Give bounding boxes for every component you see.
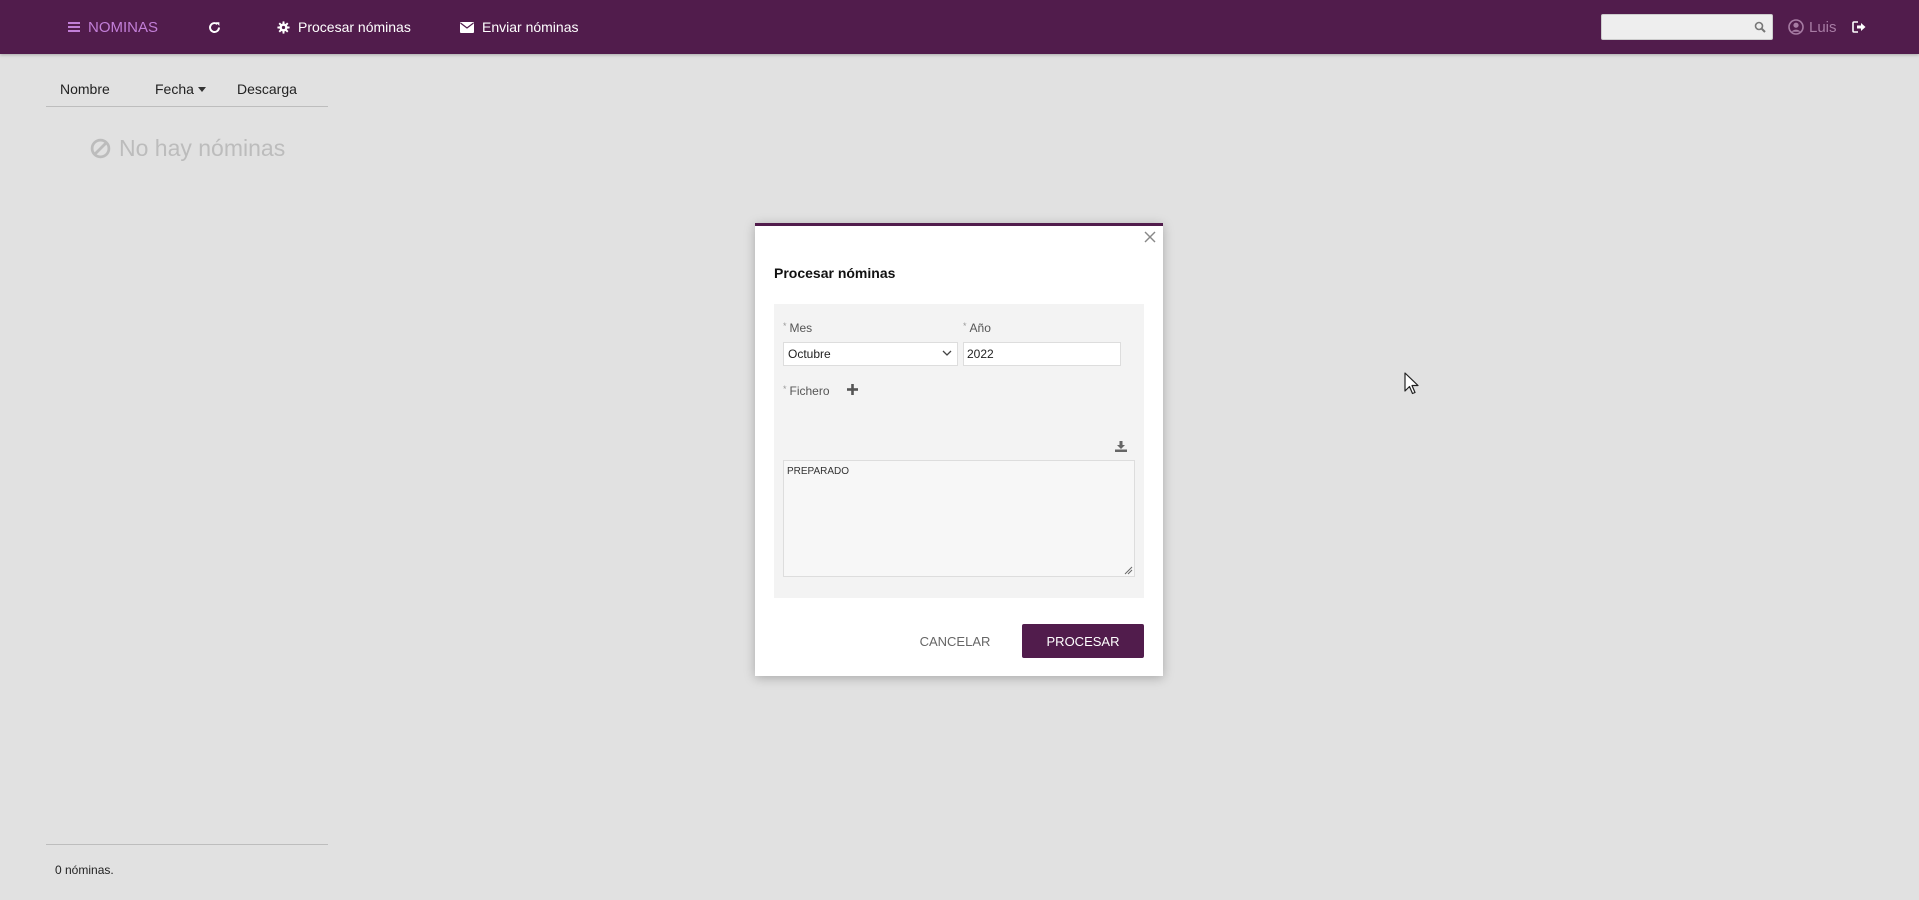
procesar-nominas-button[interactable]: Procesar nóminas — [277, 0, 411, 54]
column-descarga[interactable]: Descarga — [237, 81, 297, 97]
user-name: Luis — [1809, 18, 1837, 36]
required-mark: * — [783, 321, 787, 331]
procesar-nominas-dialog: Procesar nóminas * Mes * Año Octubre * F… — [755, 223, 1163, 676]
search-icon[interactable] — [1754, 21, 1766, 33]
plus-icon[interactable] — [847, 384, 858, 395]
search-box — [1601, 14, 1773, 40]
column-nombre[interactable]: Nombre — [60, 81, 110, 97]
gear-icon — [277, 20, 290, 34]
mouse-cursor-icon — [1404, 372, 1419, 395]
fichero-label-text: Fichero — [789, 384, 830, 398]
empty-state: No hay nóminas — [90, 135, 285, 162]
brand-label: NOMINAS — [88, 18, 159, 36]
enviar-nominas-label: Enviar nóminas — [482, 19, 579, 35]
mes-select[interactable]: Octubre — [783, 342, 958, 366]
ban-icon — [90, 138, 111, 159]
search-input[interactable] — [1602, 15, 1752, 39]
ano-label: * Año — [963, 321, 991, 335]
sort-desc-icon — [197, 86, 206, 92]
refresh-button[interactable] — [208, 0, 221, 54]
refresh-icon — [209, 21, 220, 33]
nominas-count: 0 nóminas. — [55, 863, 114, 877]
download-icon[interactable] — [1115, 441, 1127, 452]
hamburger-icon — [68, 22, 80, 32]
close-icon[interactable] — [1143, 230, 1157, 244]
list-footer: 0 nóminas. — [46, 844, 328, 877]
mes-label-text: Mes — [789, 321, 813, 335]
enviar-nominas-button[interactable]: Enviar nóminas — [460, 0, 579, 54]
procesar-button[interactable]: PROCESAR — [1022, 624, 1144, 658]
nominas-list-header: Nombre Fecha Descarga — [46, 76, 328, 107]
cancel-button[interactable]: CANCELAR — [907, 624, 1003, 658]
sign-out-icon — [1852, 21, 1866, 33]
logout-button[interactable] — [1852, 0, 1866, 54]
required-mark: * — [783, 384, 787, 394]
mes-value: Octubre — [788, 347, 831, 361]
form-panel: * Mes * Año Octubre * Fichero PREPARADO — [774, 304, 1144, 598]
column-fecha-label: Fecha — [155, 81, 194, 97]
column-fecha[interactable]: Fecha — [155, 81, 206, 97]
ano-input[interactable] — [963, 342, 1121, 366]
resize-handle-icon[interactable] — [1124, 566, 1133, 575]
process-log-textarea[interactable]: PREPARADO — [783, 460, 1135, 577]
procesar-nominas-label: Procesar nóminas — [298, 19, 411, 35]
top-navbar: NOMINAS Procesar nóminas Enviar nóminas — [0, 0, 1919, 54]
empty-message: No hay nóminas — [119, 135, 286, 161]
chevron-down-icon — [942, 350, 952, 356]
dialog-title: Procesar nóminas — [774, 265, 896, 281]
user-circle-icon — [1788, 19, 1804, 35]
mes-label: * Mes — [783, 321, 812, 335]
fichero-label: * Fichero — [783, 384, 830, 398]
ano-label-text: Año — [969, 321, 991, 335]
menu-brand-button[interactable]: NOMINAS — [68, 0, 158, 54]
envelope-icon — [460, 21, 474, 33]
user-menu[interactable]: Luis — [1788, 0, 1837, 54]
required-mark: * — [963, 321, 967, 331]
